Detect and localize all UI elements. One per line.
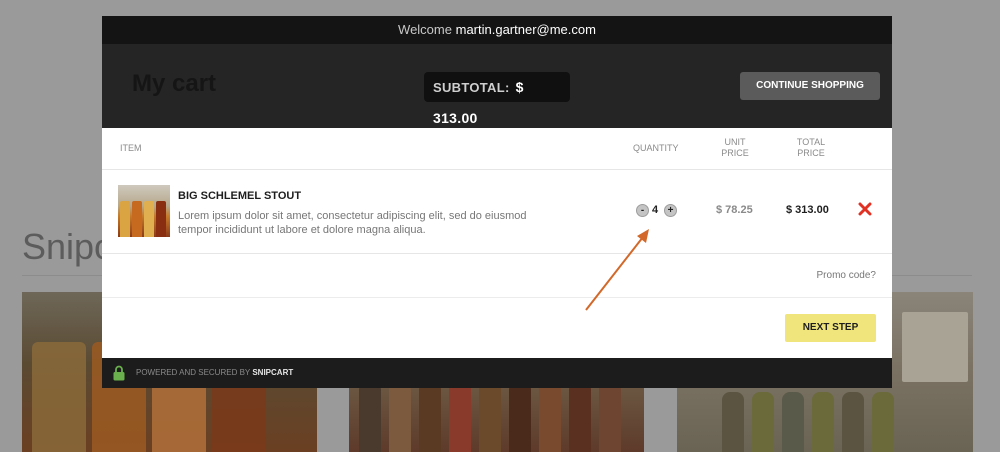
page: Snipo Welcome martin.gartner@me.com My c… — [0, 0, 1000, 452]
column-header-total-price: TOTAL PRICE — [784, 137, 838, 159]
actions-row: NEXT STEP — [102, 298, 892, 358]
footer-powered-text: POWERED AND SECURED BY — [136, 368, 251, 377]
background-page-title: Snipo — [22, 226, 115, 267]
product-thumbnail — [118, 185, 170, 237]
user-email: martin.gartner@me.com — [455, 22, 596, 37]
lock-icon — [113, 365, 125, 381]
promo-row: Promo code? — [102, 254, 892, 298]
cart-modal: Welcome martin.gartner@me.com My cart SU… — [102, 16, 892, 388]
total-price: $ 313.00 — [786, 204, 829, 216]
quantity-value: 4 — [652, 204, 659, 216]
product-description: Lorem ipsum dolor sit amet, consectetur … — [178, 210, 527, 236]
cart-title: My cart — [132, 70, 217, 97]
cart-item-row: BIG SCHLEMEL STOUT Lorem ipsum dolor sit… — [102, 170, 892, 254]
unit-price: $ 78.25 — [716, 204, 753, 216]
subtotal-label: SUBTOTAL: — [433, 80, 510, 95]
footer-brand: SNIPCART — [252, 368, 294, 377]
continue-shopping-button[interactable]: CONTINUE SHOPPING — [740, 72, 880, 100]
total-price-header-line: PRICE — [797, 148, 825, 158]
product-name[interactable]: BIG SCHLEMEL STOUT — [178, 190, 301, 202]
quantity-increase-button[interactable]: + — [664, 204, 677, 217]
column-header-quantity: QUANTITY — [633, 143, 679, 153]
quantity-decrease-button[interactable]: - — [636, 204, 649, 217]
column-header-unit-price: UNIT PRICE — [708, 137, 762, 159]
total-price-header-line: TOTAL — [796, 137, 826, 147]
welcome-text: Welcome — [398, 22, 452, 37]
cart-table-header: ITEM QUANTITY UNIT PRICE TOTAL PRICE — [102, 128, 892, 170]
promo-code-link[interactable]: Promo code? — [817, 270, 876, 281]
welcome-bar: Welcome martin.gartner@me.com — [102, 16, 892, 44]
unit-price-header-line: PRICE — [721, 148, 749, 158]
next-step-button[interactable]: NEXT STEP — [785, 314, 876, 342]
close-x-icon[interactable] — [858, 202, 872, 216]
column-header-item: ITEM — [120, 143, 142, 153]
secure-footer: POWERED AND SECURED BY SNIPCART — [102, 358, 892, 388]
subtotal-box: SUBTOTAL: $ 313.00 — [424, 72, 570, 126]
unit-price-header-line: UNIT — [724, 137, 746, 147]
cart-header: My cart SUBTOTAL: $ 313.00 CONTINUE SHOPP… — [102, 44, 892, 128]
